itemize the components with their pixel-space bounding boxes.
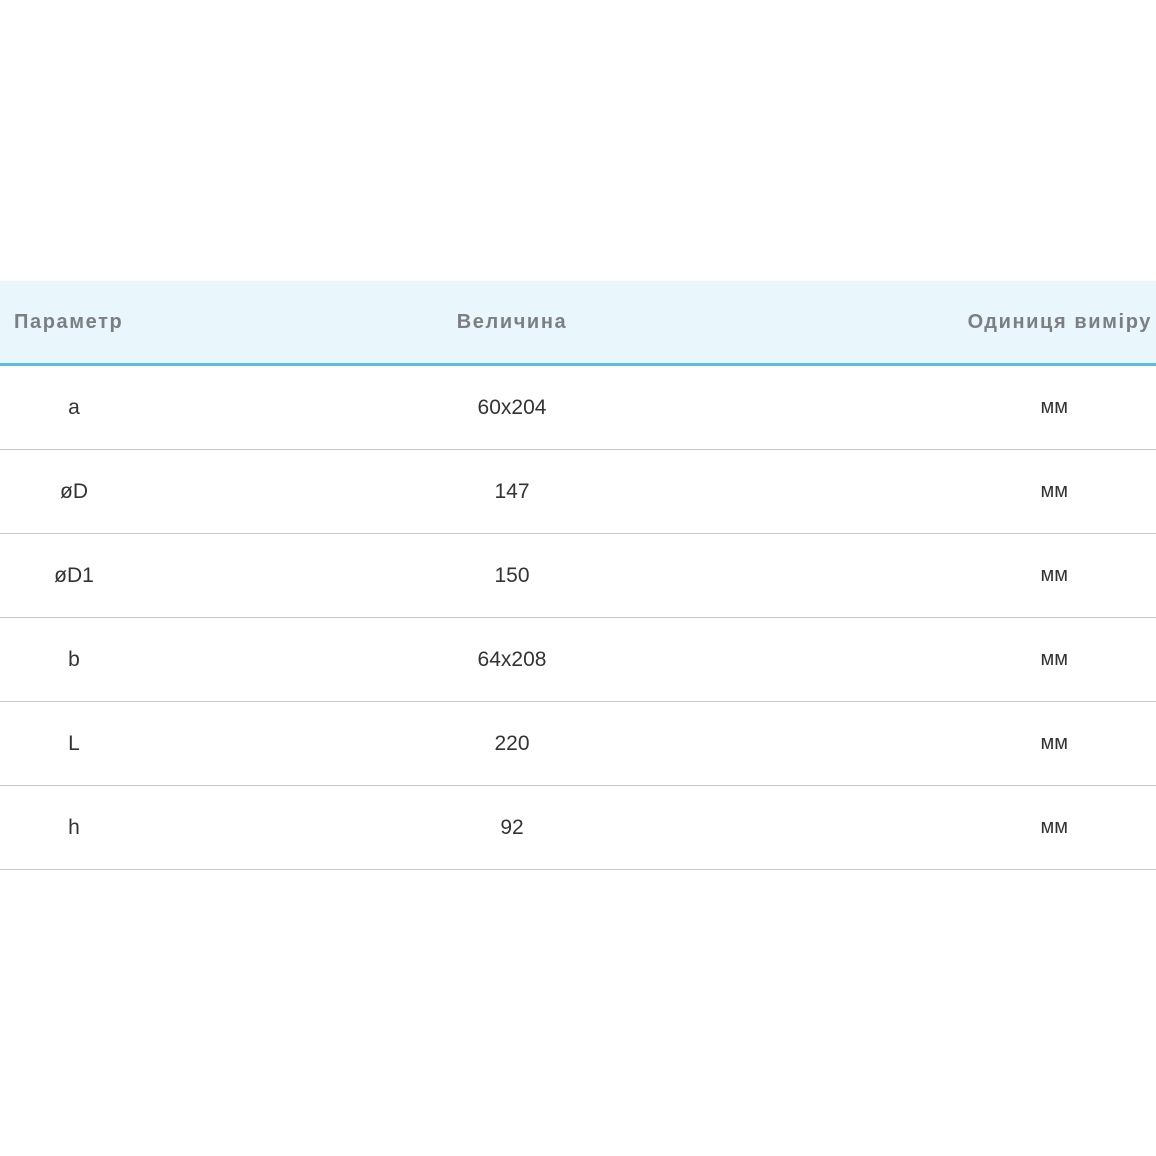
cell-value: 92: [148, 785, 876, 870]
header-value: Величина: [148, 281, 876, 366]
cell-parameter: L: [0, 701, 148, 786]
cell-parameter: a: [0, 364, 148, 450]
table-row: øD1 150 мм: [0, 533, 1156, 618]
cell-unit: мм: [876, 785, 1156, 870]
table-row: b 64x208 мм: [0, 617, 1156, 702]
cell-unit: мм: [876, 533, 1156, 618]
cell-parameter: b: [0, 617, 148, 702]
cell-value: 60x204: [148, 364, 876, 450]
cell-value: 220: [148, 701, 876, 786]
cell-value: 64x208: [148, 617, 876, 702]
cell-unit: мм: [876, 449, 1156, 534]
cell-value: 147: [148, 449, 876, 534]
cell-parameter: h: [0, 785, 148, 870]
header-parameter: Параметр: [0, 281, 148, 366]
cell-unit: мм: [876, 701, 1156, 786]
cell-parameter: øD1: [0, 533, 148, 618]
cell-unit: мм: [876, 364, 1156, 450]
table-row: h 92 мм: [0, 785, 1156, 870]
table-row: a 60x204 мм: [0, 364, 1156, 450]
table-row: L 220 мм: [0, 701, 1156, 786]
table-row: øD 147 мм: [0, 449, 1156, 534]
table-header: Параметр Величина Одиниця виміру: [0, 281, 1156, 366]
spec-table: Параметр Величина Одиниця виміру a 60x20…: [0, 281, 1156, 870]
cell-value: 150: [148, 533, 876, 618]
table-body: a 60x204 мм øD 147 мм øD1 150 мм b 64x20…: [0, 364, 1156, 870]
header-row: Параметр Величина Одиниця виміру: [0, 281, 1156, 366]
cell-parameter: øD: [0, 449, 148, 534]
cell-unit: мм: [876, 617, 1156, 702]
header-unit: Одиниця виміру: [876, 281, 1156, 366]
